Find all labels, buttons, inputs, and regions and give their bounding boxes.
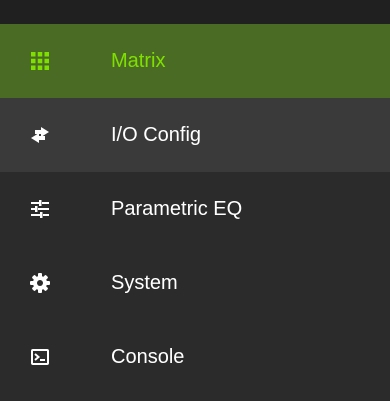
sidebar-item-label: Matrix bbox=[111, 50, 166, 72]
terminal-icon bbox=[31, 349, 49, 365]
sidebar-item-system[interactable]: System bbox=[0, 246, 390, 320]
sidebar-menu: Matrix I/O Config Parametric EQ System C… bbox=[0, 24, 390, 401]
sidebar-item-label: I/O Config bbox=[111, 124, 202, 146]
sidebar-item-console[interactable]: Console bbox=[0, 320, 390, 394]
sidebar-frame: Matrix I/O Config Parametric EQ System C… bbox=[0, 0, 390, 401]
gear-icon bbox=[30, 273, 50, 293]
sidebar-item-label: System bbox=[111, 272, 178, 294]
grid-icon bbox=[31, 52, 49, 70]
sliders-icon bbox=[31, 200, 49, 218]
sidebar-item-label: Parametric EQ bbox=[111, 198, 243, 220]
sidebar-item-matrix[interactable]: Matrix bbox=[0, 24, 390, 98]
sidebar-item-parametric-eq[interactable]: Parametric EQ bbox=[0, 172, 390, 246]
sidebar-item-label: Console bbox=[111, 346, 185, 368]
sidebar-top-edge bbox=[0, 0, 390, 24]
swap-arrows-icon bbox=[31, 127, 49, 143]
sidebar-item-io-config[interactable]: I/O Config bbox=[0, 98, 390, 172]
